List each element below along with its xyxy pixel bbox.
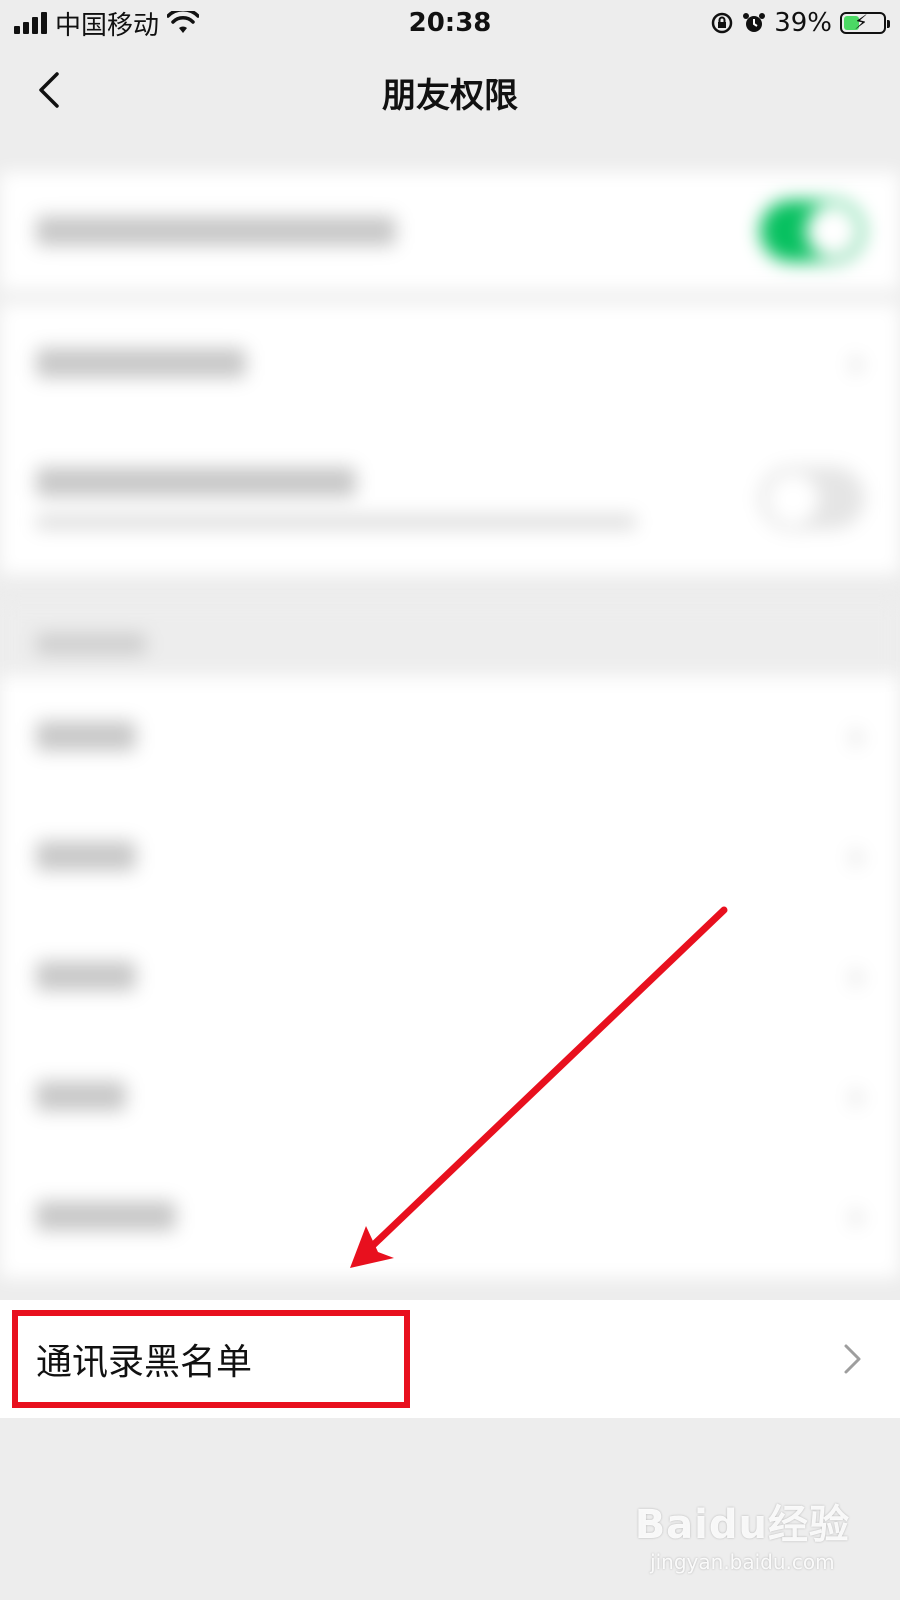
settings-row[interactable]: ›: [0, 676, 900, 796]
row-label-placeholder: [36, 348, 246, 378]
settings-row[interactable]: [0, 422, 900, 574]
baidu-watermark: Baidu经验 jingyan.baidu.com: [635, 1492, 850, 1574]
signal-icon: [14, 12, 47, 34]
watermark-brand: Baidu经验: [634, 1502, 850, 1548]
settings-section-3: › › › › ›: [0, 676, 900, 1278]
row-label-placeholder: [36, 216, 396, 246]
contacts-blacklist-row[interactable]: 通讯录黑名单: [0, 1300, 900, 1418]
status-left: 中国移动: [14, 5, 200, 42]
chevron-right-icon: ›: [848, 834, 864, 878]
chevron-right-icon: ›: [848, 1074, 864, 1118]
toggle-switch[interactable]: [760, 200, 864, 262]
chevron-right-icon: ›: [848, 954, 864, 998]
chevron-right-icon: ›: [848, 1194, 864, 1238]
group-header: [0, 600, 900, 688]
settings-row[interactable]: ›: [0, 916, 900, 1036]
toggle-switch[interactable]: [760, 467, 864, 529]
orientation-lock-icon: [711, 12, 733, 34]
battery-icon: ⚡: [840, 10, 890, 34]
battery-percent: 39%: [774, 8, 832, 38]
status-bar: 中国移动 20:38 39% ⚡: [0, 0, 900, 46]
carrier-label: 中国移动: [55, 10, 160, 41]
settings-row[interactable]: ›: [0, 1036, 900, 1156]
row-text-placeholder: [36, 467, 636, 529]
alarm-icon: [743, 13, 766, 32]
chevron-left-icon: [39, 72, 59, 108]
settings-row[interactable]: ›: [0, 796, 900, 916]
settings-section-1: [0, 172, 900, 290]
settings-section-2: ›: [0, 304, 900, 574]
settings-row[interactable]: [0, 172, 900, 290]
chevron-right-icon: [844, 1344, 861, 1374]
settings-row[interactable]: ›: [0, 304, 900, 422]
page-title: 朋友权限: [382, 75, 518, 116]
chevron-right-icon: ›: [848, 714, 864, 758]
status-right: 39% ⚡: [710, 8, 890, 38]
chevron-right-icon: ›: [848, 341, 864, 385]
navigation-bar: 朋友权限: [0, 46, 900, 138]
watermark-url: jingyan.baidu.com: [650, 1550, 835, 1574]
back-button[interactable]: [20, 62, 76, 118]
contacts-blacklist-label: 通讯录黑名单: [36, 1342, 253, 1383]
wifi-icon: [167, 11, 200, 33]
settings-row[interactable]: ›: [0, 1156, 900, 1276]
